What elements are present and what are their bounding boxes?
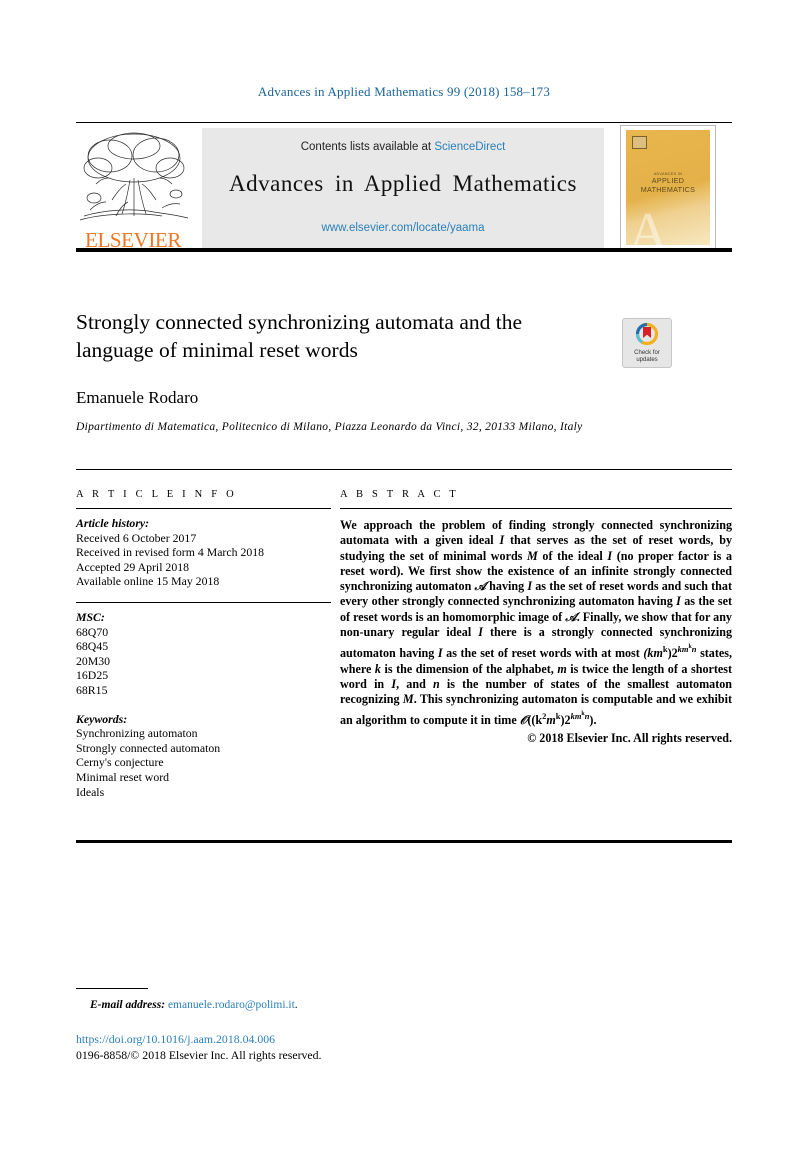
complexity-exp2: kmkn	[571, 711, 590, 721]
article-history-group: Article history: Received 6 October 2017…	[76, 516, 331, 589]
math-automaton-A: 𝒜	[474, 579, 486, 594]
complexity-base: ((k	[527, 713, 543, 728]
cover-publisher-mark-icon	[632, 136, 647, 149]
abstract-copyright: © 2018 Elsevier Inc. All rights reserved…	[527, 730, 732, 745]
keywords-group: Keywords: Synchronizing automaton Strong…	[76, 712, 331, 800]
author-affiliation: Dipartimento di Matematica, Politecnico …	[76, 421, 583, 433]
abstract-column: A B S T R A C T We approach the problem …	[340, 489, 732, 746]
formula-states-exp2: kmkn	[678, 644, 697, 654]
msc-item: 16D25	[76, 668, 109, 683]
contents-available-line: Contents lists available at ScienceDirec…	[202, 141, 604, 153]
crossmark-line2: updates	[636, 357, 658, 363]
msc-item: 68Q70	[76, 624, 109, 639]
abstract-part: , and	[396, 676, 433, 691]
math-var-m: m	[557, 661, 567, 676]
email-label: E-mail address:	[90, 999, 166, 1011]
article-info-column: A R T I C L E I N F O Article history: R…	[76, 489, 331, 799]
complexity-exp-km: km	[570, 711, 582, 722]
msc-item: 68Q45	[76, 639, 109, 654]
keyword-item: Strongly connected automaton	[76, 740, 221, 755]
formula-states-base: (km	[643, 646, 663, 661]
cover-line2: APPLIED	[651, 176, 685, 185]
abstract-text: We approach the problem of finding stron…	[340, 518, 732, 729]
msc-group: MSC: 68Q70 68Q45 20M30 16D25 68R15	[76, 610, 331, 698]
email-period: .	[294, 999, 298, 1011]
cover-line3: MATHEMATICS	[640, 185, 696, 194]
history-item: Received in revised form 4 March 2018	[76, 545, 265, 560]
paper-page: Advances in Applied Mathematics 99 (2018…	[0, 0, 808, 1162]
complexity-mid: )2	[560, 713, 571, 728]
article-info-rule	[76, 508, 331, 509]
article-info-heading: A R T I C L E I N F O	[76, 489, 237, 500]
journal-cover-thumbnail[interactable]: ADVANCES IN APPLIED MATHEMATICS A	[620, 125, 716, 250]
keyword-item: Synchronizing automaton	[76, 726, 198, 741]
affiliation-rule	[76, 469, 732, 470]
abstract-part: of the ideal	[537, 548, 608, 563]
contents-box: Contents lists available at ScienceDirec…	[202, 128, 604, 248]
journal-cover-art: ADVANCES IN APPLIED MATHEMATICS A	[626, 130, 710, 245]
math-minimal-M: M	[402, 692, 414, 707]
complexity-m: m	[546, 713, 556, 728]
crossmark-line1: Check for	[634, 350, 660, 356]
math-automaton-A: 𝒜	[565, 609, 577, 624]
masthead-bottom-rule	[76, 248, 732, 252]
history-item: Accepted 29 April 2018	[76, 559, 190, 574]
formula-states-mid: )2	[667, 646, 678, 661]
complexity-tail: ).	[589, 713, 597, 728]
email-footnote: E-mail address: emanuele.rodaro@polimi.i…	[90, 999, 298, 1011]
page-title: Strongly connected synchronizing automat…	[76, 310, 522, 362]
journal-masthead: ELSEVIER Contents lists available at Sci…	[76, 122, 732, 252]
keyword-item: Minimal reset word	[76, 769, 170, 784]
abstract-rule	[340, 508, 732, 509]
elsevier-tree-icon	[79, 132, 189, 221]
abstract-part: as the set of reset words with at most	[442, 646, 644, 661]
msc-item: 20M30	[76, 653, 111, 668]
crossmark-label: Check for updates	[623, 350, 671, 364]
email-link[interactable]: emanuele.rodaro@polimi.it	[168, 999, 295, 1011]
keyword-item: Ideals	[76, 784, 105, 799]
doi-link[interactable]: https://doi.org/10.1016/j.aam.2018.04.00…	[76, 1032, 275, 1047]
footnote-rule	[76, 988, 148, 989]
crossmark-icon	[635, 322, 659, 346]
issn-copyright-line: 0196-8858/© 2018 Elsevier Inc. All right…	[76, 1048, 322, 1062]
formula-exp-km: km	[677, 644, 689, 655]
keyword-item: Cerny's conjecture	[76, 755, 164, 770]
cover-big-letter: A	[628, 202, 669, 245]
history-item: Received 6 October 2017	[76, 530, 197, 545]
msc-rule	[76, 601, 331, 603]
keywords-label: Keywords:	[76, 711, 128, 726]
journal-url-link[interactable]: www.elsevier.com/locate/yaama	[202, 222, 604, 234]
abstract-part: is the dimension of the alphabet,	[380, 661, 558, 676]
contents-prefix: Contents lists available at	[300, 141, 435, 153]
crossmark-badge[interactable]: Check for updates	[622, 318, 672, 368]
abstract-part: having	[485, 579, 528, 594]
elsevier-logo: ELSEVIER	[76, 128, 194, 252]
abstract-bottom-rule	[76, 840, 732, 843]
sciencedirect-link[interactable]: ScienceDirect	[434, 141, 505, 153]
masthead-top-rule	[76, 122, 732, 123]
history-item: Available online 15 May 2018	[76, 574, 220, 589]
msc-label: MSC:	[76, 609, 105, 624]
running-head: Advances in Applied Mathematics 99 (2018…	[257, 84, 551, 99]
math-minimal-M: M	[527, 548, 538, 563]
abstract-heading: A B S T R A C T	[340, 489, 459, 500]
article-history-label: Article history:	[76, 516, 150, 530]
math-var-n: n	[433, 676, 440, 691]
journal-title: Advances in Applied Mathematics	[229, 171, 577, 196]
msc-item: 68R15	[76, 682, 108, 697]
author-name: Emanuele Rodaro	[76, 388, 199, 407]
cover-title-block: ADVANCES IN APPLIED MATHEMATICS	[626, 172, 710, 194]
